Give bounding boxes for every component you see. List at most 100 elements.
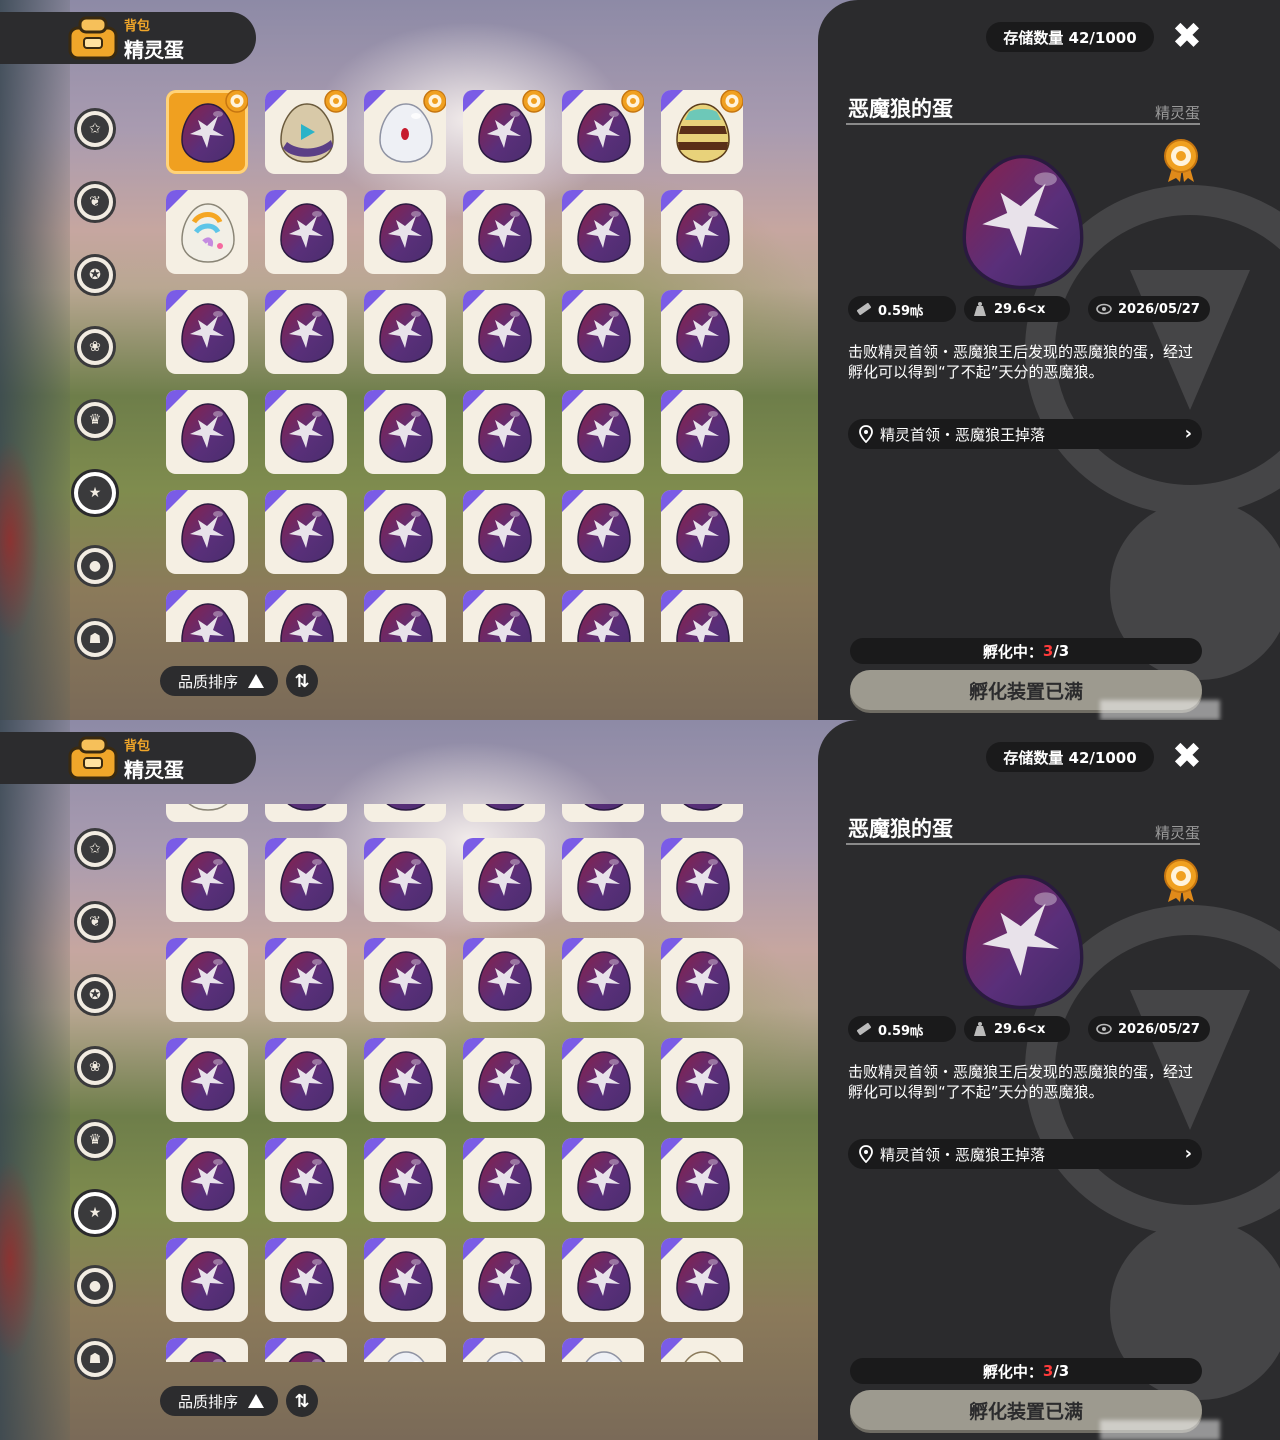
egg-slot[interactable]: [364, 590, 446, 642]
sort-dropdown[interactable]: 品质排序: [160, 1386, 278, 1416]
egg-slot[interactable]: [166, 804, 248, 822]
egg-slot[interactable]: [364, 1138, 446, 1222]
egg-slot[interactable]: [463, 490, 545, 574]
egg-slot[interactable]: [562, 938, 644, 1022]
egg-slot[interactable]: [364, 1238, 446, 1322]
egg-slot[interactable]: [265, 90, 347, 174]
sort-order-toggle-button[interactable]: ⇅: [286, 665, 318, 697]
egg-slot[interactable]: [463, 290, 545, 374]
category-button-5[interactable]: ♛: [74, 1119, 116, 1162]
close-icon[interactable]: ✖: [1168, 18, 1206, 56]
egg-slot[interactable]: [166, 1138, 248, 1222]
egg-slot[interactable]: [562, 1338, 644, 1362]
egg-slot[interactable]: [364, 1338, 446, 1362]
egg-slot[interactable]: [562, 838, 644, 922]
egg-slot[interactable]: [562, 590, 644, 642]
egg-slot[interactable]: [364, 390, 446, 474]
egg-slot[interactable]: [463, 1038, 545, 1122]
close-icon[interactable]: ✖: [1168, 738, 1206, 776]
egg-slot[interactable]: [661, 590, 743, 642]
category-button-3[interactable]: ✪: [74, 973, 116, 1016]
egg-slot[interactable]: [562, 290, 644, 374]
egg-slot[interactable]: [364, 1038, 446, 1122]
category-button-3[interactable]: ✪: [74, 253, 116, 296]
egg-slot[interactable]: [463, 938, 545, 1022]
egg-slot[interactable]: [661, 490, 743, 574]
egg-slot[interactable]: [166, 1338, 248, 1362]
egg-slot[interactable]: [265, 390, 347, 474]
category-button-2[interactable]: ❦: [74, 900, 116, 943]
egg-slot[interactable]: [562, 390, 644, 474]
egg-slot[interactable]: [364, 190, 446, 274]
category-button-1[interactable]: ✩: [74, 828, 116, 870]
category-button-1[interactable]: ✩: [74, 108, 116, 150]
category-button-2[interactable]: ❦: [74, 180, 116, 223]
egg-slot[interactable]: [166, 90, 248, 174]
egg-slot[interactable]: [364, 838, 446, 922]
egg-slot[interactable]: [463, 390, 545, 474]
egg-slot[interactable]: [166, 938, 248, 1022]
egg-slot[interactable]: [661, 804, 743, 822]
egg-slot[interactable]: [166, 1238, 248, 1322]
egg-slot[interactable]: [364, 490, 446, 574]
egg-slot[interactable]: [562, 90, 644, 174]
egg-slot[interactable]: [661, 838, 743, 922]
egg-slot[interactable]: [463, 838, 545, 922]
egg-slot[interactable]: [661, 1238, 743, 1322]
egg-slot[interactable]: [562, 1038, 644, 1122]
egg-slot[interactable]: [265, 938, 347, 1022]
egg-slot[interactable]: [463, 804, 545, 822]
egg-slot[interactable]: [166, 290, 248, 374]
egg-slot[interactable]: [265, 290, 347, 374]
egg-slot[interactable]: [562, 804, 644, 822]
egg-slot[interactable]: [265, 190, 347, 274]
egg-slot[interactable]: [166, 390, 248, 474]
egg-slot[interactable]: [661, 1038, 743, 1122]
egg-slot[interactable]: [562, 1138, 644, 1222]
egg-slot[interactable]: [364, 938, 446, 1022]
egg-slot[interactable]: [463, 590, 545, 642]
egg-slot[interactable]: [166, 190, 248, 274]
egg-slot[interactable]: [661, 290, 743, 374]
egg-slot[interactable]: [463, 1238, 545, 1322]
drop-source-link[interactable]: 精灵首领・恶魔狼王掉落 ›: [848, 419, 1202, 449]
category-button-6[interactable]: ★: [71, 1189, 119, 1237]
category-button-7[interactable]: ●: [74, 544, 116, 587]
egg-slot[interactable]: [364, 290, 446, 374]
egg-slot[interactable]: [661, 1138, 743, 1222]
egg-slot[interactable]: [463, 90, 545, 174]
egg-slot[interactable]: [562, 490, 644, 574]
sort-dropdown[interactable]: 品质排序: [160, 666, 278, 696]
egg-slot[interactable]: [661, 190, 743, 274]
egg-slot[interactable]: [265, 804, 347, 822]
egg-slot[interactable]: [562, 190, 644, 274]
egg-slot[interactable]: [265, 838, 347, 922]
egg-slot[interactable]: [661, 938, 743, 1022]
egg-slot[interactable]: [265, 1238, 347, 1322]
egg-slot[interactable]: [661, 390, 743, 474]
egg-slot[interactable]: [166, 838, 248, 922]
egg-slot[interactable]: [265, 1338, 347, 1362]
egg-slot[interactable]: [364, 90, 446, 174]
egg-slot[interactable]: [265, 490, 347, 574]
egg-slot[interactable]: [265, 590, 347, 642]
category-button-8[interactable]: ☗: [74, 617, 116, 660]
egg-slot[interactable]: [463, 190, 545, 274]
egg-slot[interactable]: [265, 1038, 347, 1122]
egg-slot[interactable]: [463, 1138, 545, 1222]
egg-slot[interactable]: [364, 804, 446, 822]
egg-slot[interactable]: [166, 590, 248, 642]
drop-source-link[interactable]: 精灵首领・恶魔狼王掉落 ›: [848, 1139, 1202, 1169]
egg-slot[interactable]: [661, 1338, 743, 1362]
egg-slot[interactable]: [166, 1038, 248, 1122]
egg-slot[interactable]: [265, 1138, 347, 1222]
egg-slot[interactable]: [661, 90, 743, 174]
category-button-7[interactable]: ●: [74, 1264, 116, 1307]
egg-slot[interactable]: [166, 490, 248, 574]
category-button-5[interactable]: ♛: [74, 399, 116, 442]
sort-order-toggle-button[interactable]: ⇅: [286, 1385, 318, 1417]
category-button-8[interactable]: ☗: [74, 1337, 116, 1380]
egg-slot[interactable]: [463, 1338, 545, 1362]
category-button-6[interactable]: ★: [71, 469, 119, 517]
egg-slot[interactable]: [562, 1238, 644, 1322]
